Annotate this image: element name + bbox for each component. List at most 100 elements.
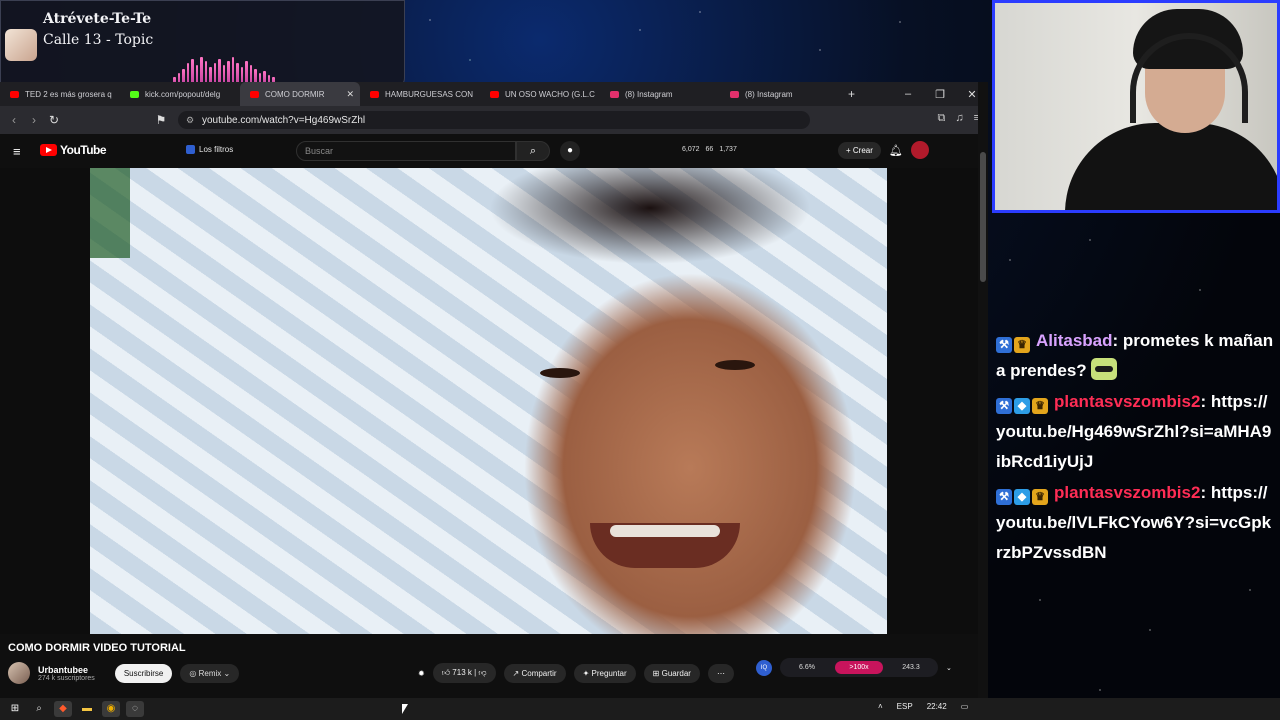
- visualizer-bar: [213, 63, 217, 83]
- language-indicator[interactable]: ESP: [897, 702, 913, 711]
- tab-label: (8) Instagram: [625, 89, 673, 99]
- views-stat: 6,072: [682, 146, 700, 153]
- extensions-icon[interactable]: ⧉: [937, 112, 945, 125]
- chat-username: plantasvszombis2: [1054, 483, 1201, 502]
- clock[interactable]: 22:42: [927, 702, 947, 711]
- chevron-down-icon[interactable]: ⌄: [946, 664, 952, 672]
- chat-message: ⚒ ◆ ♛ plantasvszombis2: https://youtu.be/Hg…: [996, 387, 1276, 477]
- browser-tab[interactable]: (8) Instagram: [600, 82, 720, 106]
- notifications-bell-icon[interactable]: 🔔︎: [889, 144, 903, 157]
- tab-label: HAMBURGUESAS CON: [385, 89, 474, 99]
- video-player[interactable]: [0, 168, 978, 634]
- ask-label: Preguntar: [591, 668, 627, 678]
- visualizer-bar: [254, 69, 257, 83]
- restore-button[interactable]: ❐: [924, 88, 956, 101]
- tab-label: UN OSO WACHO (G.L.C: [505, 89, 595, 99]
- back-icon[interactable]: ‹: [4, 113, 24, 127]
- visualizer-bar: [182, 69, 185, 83]
- mic-icon[interactable]: ●: [560, 141, 580, 161]
- obs-icon[interactable]: ◌: [126, 701, 144, 717]
- chat-badge-icon: ◆: [1014, 489, 1030, 505]
- visualizer-bar: [231, 57, 235, 83]
- instagram-icon: [610, 90, 619, 98]
- video-figure-eye-left: [540, 368, 580, 378]
- youtube-logo[interactable]: YouTube: [40, 143, 107, 157]
- video-figure-mouth: [590, 523, 740, 568]
- reload-icon[interactable]: ↻: [44, 113, 64, 127]
- youtube-play-icon: [40, 144, 57, 156]
- visualizer-bar: [245, 61, 248, 83]
- subscribe-button[interactable]: Suscribirse: [114, 663, 173, 683]
- account-avatar[interactable]: [910, 141, 929, 159]
- minimize-button[interactable]: –: [892, 88, 924, 100]
- remix-label: Remix: [198, 668, 222, 678]
- create-button[interactable]: + Crear: [838, 141, 881, 159]
- windows-start-icon[interactable]: ⊞: [6, 701, 24, 717]
- more-actions-button[interactable]: ⋯: [707, 663, 734, 683]
- chat-badge-icon: ♛: [1032, 489, 1048, 505]
- like-button[interactable]: 👍︎ 713 k | 👎︎: [432, 663, 496, 683]
- tray-chevron-icon[interactable]: ˄: [878, 702, 883, 711]
- new-tab-button[interactable]: +: [848, 87, 855, 101]
- hamburger-menu-icon[interactable]: ≡: [13, 144, 21, 159]
- search-input[interactable]: Buscar: [296, 141, 516, 161]
- brave-browser-icon[interactable]: ◆: [54, 701, 72, 717]
- page-scrollbar[interactable]: [978, 82, 988, 698]
- share-button[interactable]: ↗ Compartir: [503, 663, 566, 683]
- tab-label: kick.com/popout/delg: [145, 89, 221, 99]
- extension-badge[interactable]: IQ: [756, 659, 772, 676]
- youtube-header-actions: + Crear 🔔︎: [838, 141, 929, 159]
- metric-b: >100x: [835, 661, 883, 674]
- bookmark-icon[interactable]: ⚑: [151, 113, 171, 127]
- album-art: [5, 29, 37, 61]
- audio-visualizer: [173, 55, 275, 83]
- forward-icon[interactable]: ›: [24, 113, 44, 127]
- close-tab-icon[interactable]: ✕: [346, 89, 354, 100]
- search-button[interactable]: ⌕: [516, 141, 550, 161]
- chat-message: ⚒ ♛ Alitasbad: prometes k mañana prendes?: [996, 326, 1276, 386]
- create-label: Crear: [852, 145, 873, 155]
- chat-username: plantasvszombis2: [1054, 392, 1201, 411]
- youtube-icon: [490, 90, 499, 98]
- scrollbar-thumb[interactable]: [980, 152, 986, 282]
- chat-badge-icon: ⚒: [996, 489, 1012, 505]
- browser-tab[interactable]: kick.com/popout/delg: [120, 82, 240, 106]
- notifications-icon[interactable]: ▭: [961, 702, 969, 711]
- site-info-icon[interactable]: ⚙: [186, 115, 194, 126]
- visualizer-bar: [218, 59, 221, 83]
- music-icon[interactable]: ♫: [955, 112, 963, 125]
- ask-button[interactable]: ✦ Preguntar: [573, 663, 636, 683]
- browser-tab[interactable]: (8) Instagram: [720, 82, 840, 106]
- kick-icon: [130, 90, 139, 98]
- browser-tab[interactable]: HAMBURGUESAS CON: [360, 82, 480, 106]
- url-field[interactable]: ⚙ youtube.com/watch?v=Hg469wSrZhl: [178, 111, 810, 129]
- extension-bar: IQ 6.6% >100x 243.3 ⌄: [756, 658, 952, 677]
- channel-name[interactable]: Urbantubee: [38, 665, 95, 675]
- chat-badge-icon: ⚒: [996, 398, 1012, 414]
- tab-label: COMO DORMIR: [265, 89, 325, 99]
- browser-tab[interactable]: COMO DORMIR ✕: [240, 82, 360, 106]
- chat-message: ⚒ ◆ ♛ plantasvszombis2: https://youtu.be/lV…: [996, 478, 1276, 568]
- sunglasses-emote-icon: [1091, 358, 1118, 380]
- video-frame[interactable]: [90, 168, 887, 634]
- extension-metrics: 6.6% >100x 243.3: [780, 658, 938, 677]
- channel-avatar[interactable]: [8, 662, 30, 684]
- visualizer-bar: [186, 63, 190, 83]
- search-icon[interactable]: ⌕: [30, 701, 48, 717]
- metric-a: 6.6%: [799, 664, 815, 671]
- remix-button[interactable]: ◎ Remix ⌄: [180, 663, 240, 683]
- gear-icon[interactable]: ✹: [418, 669, 425, 678]
- browser-window: TED 2 es más grosera q kick.com/popout/de…: [0, 82, 988, 698]
- remix-icon: ◎: [189, 668, 199, 678]
- browser-tab[interactable]: UN OSO WACHO (G.L.C: [480, 82, 600, 106]
- file-explorer-icon[interactable]: ▬: [78, 701, 96, 717]
- window-controls: – ❐ ✕: [892, 82, 988, 106]
- filters-button[interactable]: Los filtros: [186, 145, 233, 154]
- youtube-icon: [250, 90, 259, 98]
- instagram-icon: [730, 90, 739, 98]
- webcam-overlay: [992, 0, 1280, 213]
- chrome-icon[interactable]: ◉: [102, 701, 120, 717]
- browser-tab[interactable]: TED 2 es más grosera q: [0, 82, 120, 106]
- visualizer-bar: [240, 67, 244, 83]
- save-button[interactable]: ⊞ Guardar: [643, 663, 700, 683]
